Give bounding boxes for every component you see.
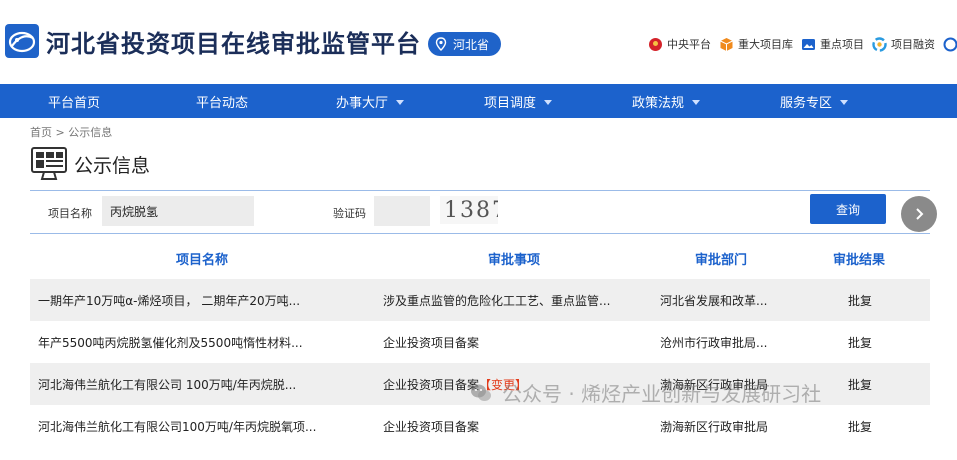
site-header: 河北省投资项目在线审批监管平台 河北省 中央平台 重大项目库 重点项目 项目融资 [0,0,957,84]
quick-links: 中央平台 重大项目库 重点项目 项目融资 [648,36,957,52]
cell-approval-department: 河北省发展和改革... [660,294,768,308]
query-button[interactable]: 查询 [810,194,886,224]
table-row[interactable]: 年产5500吨丙烷脱氢催化剂及5500吨惰性材料... 企业投资项目备案 沧州市… [30,321,930,363]
cell-project-name[interactable]: 一期年产10万吨α-烯烃项目， 二期年产20万吨... [38,292,300,309]
captcha-label: 验证码 [333,207,366,220]
quick-link-project-financing[interactable]: 项目融资 [872,36,935,52]
breadcrumb[interactable]: 首页 > 公示信息 [30,124,112,140]
divider [30,233,930,234]
quick-link-label: 重点项目 [820,38,864,51]
site-logo-icon[interactable] [5,24,39,58]
picture-icon [802,38,815,50]
project-name-label: 项目名称 [48,207,92,220]
cube-icon [720,37,733,51]
nav-item-news[interactable]: 平台动态 [148,84,296,118]
quick-link-label: 中央平台 [667,38,711,51]
location-pin-icon [435,37,447,51]
region-selector[interactable]: 河北省 [428,32,501,56]
cell-approval-matter: 企业投资项目备案 [383,336,480,350]
captcha-input[interactable] [374,196,430,226]
watermark-text: 公众号 · 烯烃产业创新与发展研习社 [502,382,822,406]
nav-item-service-hall[interactable]: 办事大厅 [296,84,444,118]
chevron-down-icon [396,99,404,105]
table-header: 项目名称 审批事项 审批部门 审批结果 [30,240,930,274]
table-row[interactable]: 河北海伟兰航化工有限公司100万吨/年丙烷脱氧项... 企业投资项目备案 渤海新… [30,405,930,447]
monitor-icon [31,147,67,180]
nav-item-label: 平台首页 [47,95,100,111]
approval-matter-text: 企业投资项目备案 [383,378,480,392]
quick-link-label: 重大项目库 [738,38,793,51]
nav-item-label: 项目调度 [483,95,536,111]
swirl-icon [872,36,887,52]
wechat-icon [471,384,491,401]
quick-link-more[interactable] [943,36,957,52]
cell-project-name[interactable]: 河北海伟兰航化工有限公司 100万吨/年丙烷脱... [38,376,296,393]
wechat-watermark: 公众号 · 烯烃产业创新与发展研习社 [470,378,821,407]
nav-item-project-dispatch[interactable]: 项目调度 [444,84,592,118]
nav-item-label: 办事大厅 [335,95,388,111]
column-header-approval-department: 审批部门 [695,253,748,268]
quick-link-label: 项目融资 [891,38,935,51]
cell-approval-matter: 企业投资项目备案 [383,420,480,434]
chevron-down-icon [840,99,848,105]
nav-item-home[interactable]: 平台首页 [0,84,148,118]
main-nav: 平台首页 平台动态 办事大厅 项目调度 政策法规 服务专区 [0,84,957,118]
column-header-project-name: 项目名称 [176,253,229,268]
quick-link-key-projects[interactable]: 重点项目 [801,36,864,52]
cell-approval-department: 沧州市行政审批局... [660,336,768,350]
quick-link-major-project-library[interactable]: 重大项目库 [719,36,793,52]
project-name-input[interactable]: 丙烷脱氢 [102,196,254,226]
cell-approval-result: 批复 [848,336,873,350]
cell-approval-result: 批复 [848,378,873,392]
circle-icon [943,37,957,51]
nav-item-policies[interactable]: 政策法规 [592,84,740,118]
region-label: 河北省 [453,37,490,52]
cell-approval-department: 渤海新区行政审批局 [660,420,769,434]
table-row[interactable]: 一期年产10万吨α-烯烃项目， 二期年产20万吨... 涉及重点监管的危险化工工… [30,279,930,321]
nav-item-label: 平台动态 [195,95,248,111]
nav-item-service-zone[interactable]: 服务专区 [740,84,888,118]
section-header: 公示信息 [30,146,150,182]
nav-item-label: 政策法规 [631,95,684,111]
emblem-icon [649,37,662,51]
captcha-image[interactable]: 1387 [440,196,498,224]
quick-link-central-platform[interactable]: 中央平台 [648,36,711,52]
cell-project-name[interactable]: 年产5500吨丙烷脱氢催化剂及5500吨惰性材料... [38,334,303,351]
chevron-right-icon [916,208,924,220]
divider [30,190,930,191]
page-title: 公示信息 [74,154,151,177]
nav-item-label: 服务专区 [779,95,832,111]
chevron-down-icon [692,99,700,105]
column-header-approval-matter: 审批事项 [488,253,541,268]
cell-approval-result: 批复 [848,294,873,308]
chevron-down-icon [544,99,552,105]
next-page-button[interactable] [901,196,937,232]
site-title[interactable]: 河北省投资项目在线审批监管平台 [46,24,421,59]
cell-approval-result: 批复 [848,420,873,434]
cell-project-name[interactable]: 河北海伟兰航化工有限公司100万吨/年丙烷脱氧项... [38,418,316,435]
column-header-approval-result: 审批结果 [833,253,886,268]
cell-approval-matter: 涉及重点监管的危险化工工艺、重点监管... [383,294,611,308]
